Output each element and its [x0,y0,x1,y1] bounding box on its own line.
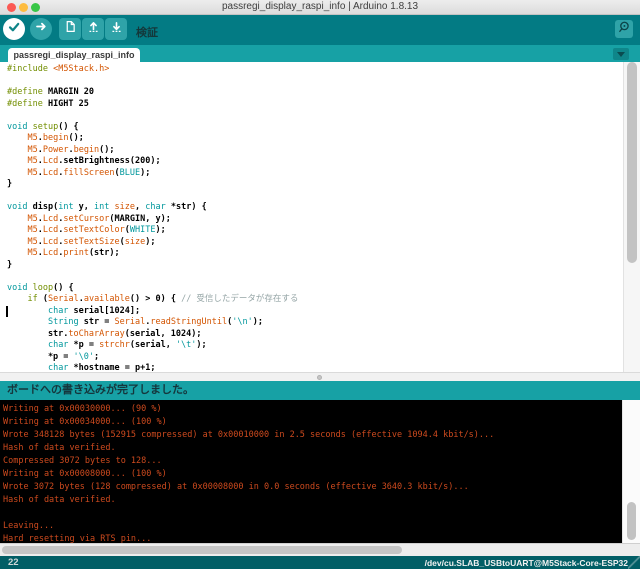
toolbar-hover-label: 検証 [136,24,158,40]
status-message: ボードへの書き込みが完了しました。 [0,381,640,400]
code-line: M5.Power.begin(); [7,145,622,157]
titlebar: passregi_display_raspi_info | Arduino 1.… [0,0,640,15]
window-title: passregi_display_raspi_info | Arduino 1.… [0,1,640,12]
code-line: char *p = strchr(serial, '\t'); [7,340,622,352]
new-sketch-button[interactable] [59,18,81,40]
code-line [7,191,622,203]
code-line: M5.Lcd.print(str); [7,248,622,260]
arrow-down-icon [110,20,123,38]
code-line: *p = '\0'; [7,352,622,364]
code-line: M5.begin(); [7,133,622,145]
code-line: } [7,179,622,191]
code-line: str.toCharArray(serial, 1024); [7,329,622,341]
console-line: Hard resetting via RTS pin... [3,533,622,543]
code-line: } [7,260,622,272]
verify-button[interactable] [3,18,25,40]
cursor-line-number: 22 [8,557,19,568]
console-output: Writing at 0x00030000... (90 %)Writing a… [0,400,622,543]
editor-scrollbar-thumb[interactable] [627,62,637,263]
open-button[interactable] [82,18,104,40]
code-line: String str = Serial.readStringUntil('\n'… [7,317,622,329]
board-port-label: /dev/cu.SLAB_USBtoUART@M5Stack-Core-ESP3… [425,558,628,568]
chevron-down-icon [617,52,625,57]
text-caret [6,306,8,317]
console-line: Wrote 3072 bytes (128 compressed) at 0x0… [3,481,622,494]
console-line: Writing at 0x00034000... (100 %) [3,416,622,429]
resize-grip-icon [628,556,640,569]
code-line: M5.Lcd.setBrightness(200); [7,156,622,168]
tabbar: passregi_display_raspi_info [0,45,640,62]
console-line: Leaving... [3,520,622,533]
code-line: M5.Lcd.fillScreen(BLUE); [7,168,622,180]
sketch-menu-button[interactable] [613,48,629,60]
arrow-up-icon [87,20,100,38]
code-line: void loop() { [7,283,622,295]
code-line: if (Serial.available() > 0) { // 受信したデータ… [7,294,622,306]
code-line: char *hostname = p+1; [7,363,622,372]
horizontal-scrollbar-thumb[interactable] [2,546,402,554]
code-line: void disp(int y, int size, char *str) { [7,202,622,214]
save-button[interactable] [105,18,127,40]
console-line: Hash of data verified. [3,494,622,507]
pane-splitter[interactable] [0,372,640,381]
console-line: Hash of data verified. [3,442,622,455]
console-line: Wrote 348128 bytes (152915 compressed) a… [3,429,622,442]
code-line: void setup() { [7,122,622,134]
code-line [7,76,622,88]
tab-sketch[interactable]: passregi_display_raspi_info [8,48,140,62]
code-area: #include <M5Stack.h> #define MARGIN 20#d… [7,64,622,372]
code-line [7,110,622,122]
code-line: M5.Lcd.setTextSize(size); [7,237,622,249]
console-scrollbar-thumb[interactable] [627,502,636,540]
code-line: #include <M5Stack.h> [7,64,622,76]
check-icon [7,20,21,39]
console-line: Writing at 0x00008000... (100 %) [3,468,622,481]
serial-monitor-button[interactable] [615,20,633,38]
arduino-ide-window: passregi_display_raspi_info | Arduino 1.… [0,0,640,569]
console-horizontal-scrollbar[interactable] [0,543,640,556]
splitter-handle-icon [317,375,322,380]
code-line: M5.Lcd.setTextColor(WHITE); [7,225,622,237]
code-line: M5.Lcd.setCursor(MARGIN, y); [7,214,622,226]
code-line [7,271,622,283]
console-vertical-scrollbar[interactable] [622,400,640,543]
code-line: char serial[1024]; [7,306,622,318]
editor-vertical-scrollbar[interactable] [623,62,640,372]
arrow-right-icon [35,20,48,38]
code-line: #define MARGIN 20 [7,87,622,99]
toolbar: 検証 [0,15,640,45]
upload-button[interactable] [30,18,52,40]
code-editor[interactable]: #include <M5Stack.h> #define MARGIN 20#d… [0,62,640,372]
footer-statusbar: 22 /dev/cu.SLAB_USBtoUART@M5Stack-Core-E… [0,556,640,569]
console-text: Writing at 0x00030000... (90 %)Writing a… [0,400,622,543]
magnifier-icon [617,20,631,39]
document-icon [64,20,77,38]
console-line: Writing at 0x00030000... (90 %) [3,403,622,416]
console-line: Compressed 3072 bytes to 128... [3,455,622,468]
code-line: #define HIGHT 25 [7,99,622,111]
console-line [3,507,622,520]
